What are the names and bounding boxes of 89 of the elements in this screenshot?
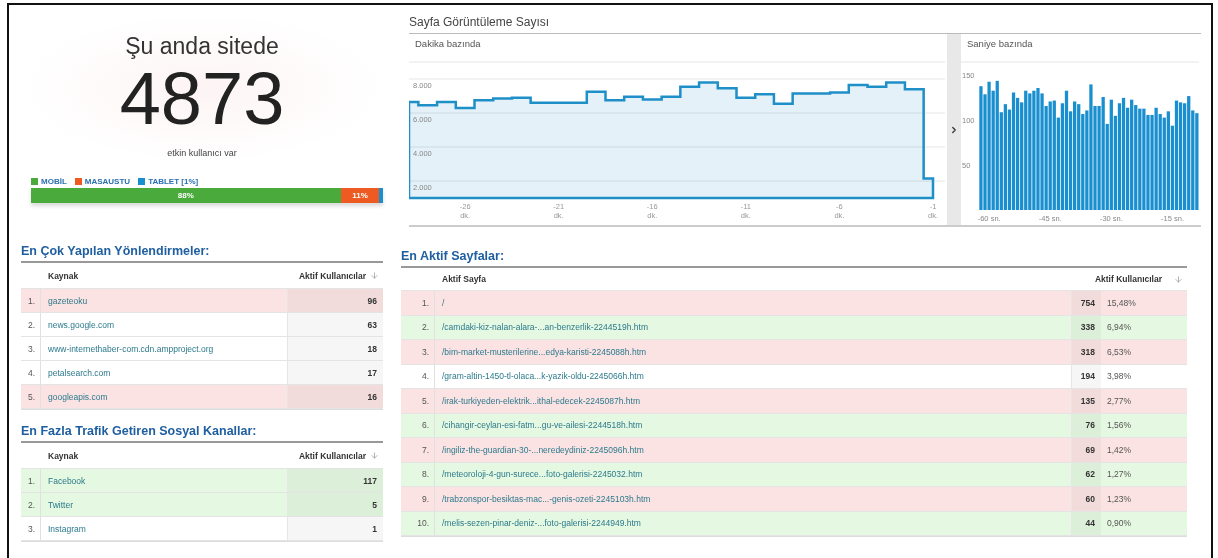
rank-cell: 1. bbox=[401, 291, 435, 315]
rank-cell: 3. bbox=[401, 340, 435, 364]
chart-label: Saniye bazında bbox=[966, 37, 1034, 51]
page-path-cell-text: /meteoroloji-4-gun-surece...foto-galerisi-2245032.htm bbox=[441, 468, 644, 482]
rank-cell: 2. bbox=[401, 315, 435, 339]
share-cell-text: 6,94% bbox=[1106, 321, 1133, 335]
share-cell-text: 1,42% bbox=[1106, 443, 1133, 457]
section-title: En Aktif Sayfalar: bbox=[401, 249, 506, 263]
column-header[interactable]: Aktif Kullanıcılar bbox=[287, 443, 383, 468]
count-cell: 76 bbox=[1071, 413, 1101, 437]
source-cell-text: Twitter bbox=[47, 498, 75, 512]
rank-cell: 2. bbox=[21, 493, 41, 516]
rank-cell: 1. bbox=[21, 469, 41, 492]
share-cell-text: 1,23% bbox=[1106, 492, 1133, 506]
active-user-count: 4873 bbox=[119, 62, 285, 136]
summary-caption: etkin kullanıcı var bbox=[167, 148, 237, 158]
share-cell-text: 3,98% bbox=[1106, 370, 1133, 384]
page-path-cell-text: /irak-turkiyeden-elektrik...ithal-edecek-2245087h.htm bbox=[441, 394, 641, 408]
chart-title: Sayfa Görüntüleme Sayısı bbox=[409, 15, 551, 29]
page-path-cell-text: / bbox=[441, 296, 446, 310]
rank-cell: 5. bbox=[21, 385, 41, 408]
chevron-right-icon bbox=[949, 124, 959, 135]
share-reading: 11% bbox=[352, 191, 368, 200]
summary-title: Şu anda sitede bbox=[125, 33, 279, 60]
page-path-cell-text: /cihangir-ceylan-esi-fatm...gu-ve-ailesi-2244518h.htm bbox=[441, 419, 644, 433]
column-header[interactable]: Aktif Kullanıcılar bbox=[1067, 268, 1187, 290]
count-cell: 62 bbox=[1071, 462, 1101, 486]
count-cell: 18 bbox=[287, 337, 383, 360]
count-cell: 318 bbox=[1071, 340, 1101, 364]
source-cell-text: petalsearch.com bbox=[47, 366, 112, 380]
count-cell: 754 bbox=[1071, 291, 1101, 315]
rank-cell: 8. bbox=[401, 462, 435, 486]
share-cell-text: 15,48% bbox=[1106, 296, 1137, 310]
source-cell-text: Instagram bbox=[47, 522, 87, 536]
section-title: En Çok Yapılan Yönlendirmeler: bbox=[21, 244, 211, 258]
page-path-cell-text: /trabzonspor-besiktas-mac...-genis-ozeti-2245103h.htm bbox=[441, 492, 652, 506]
column-header: Kaynak bbox=[47, 449, 80, 463]
page-path-cell-text: /gram-altin-1450-tl-olaca...k-yazik-oldu-2245066h.htm bbox=[441, 370, 645, 384]
rank-cell: 7. bbox=[401, 438, 435, 462]
count-cell: 1 bbox=[287, 517, 383, 540]
source-cell-text: Facebook bbox=[47, 474, 87, 488]
count-cell: 16 bbox=[287, 385, 383, 408]
sort-arrow-icon bbox=[370, 271, 379, 280]
share-cell-text: 0,90% bbox=[1106, 517, 1133, 531]
page-path-cell-text: /bim-market-musterilerine...edya-karisti-2245088h.htm bbox=[441, 345, 648, 359]
rank-cell: 5. bbox=[401, 389, 435, 413]
rank-cell: 3. bbox=[21, 337, 41, 360]
legend-label: MOBİL bbox=[41, 177, 67, 186]
count-cell: 17 bbox=[287, 361, 383, 384]
rank-cell: 2. bbox=[21, 313, 41, 336]
legend-label: TABLET [1%] bbox=[148, 177, 199, 186]
column-header[interactable]: Aktif Kullanıcılar bbox=[287, 263, 383, 288]
count-cell: 135 bbox=[1071, 389, 1101, 413]
count-cell: 5 bbox=[287, 493, 383, 516]
count-cell: 69 bbox=[1071, 438, 1101, 462]
expand-strip[interactable] bbox=[947, 34, 961, 225]
sort-arrow-icon bbox=[1174, 274, 1183, 284]
rank-cell: 4. bbox=[21, 361, 41, 384]
share-reading: 88% bbox=[177, 191, 194, 200]
rank-cell: 1. bbox=[21, 289, 41, 312]
page-path-cell-text: /camdaki-kiz-nalan-alara-...an-benzerlik-2244519h.htm bbox=[441, 321, 649, 335]
chart-label: Dakika bazında bbox=[414, 37, 482, 51]
share-cell-text: 1,27% bbox=[1106, 468, 1133, 482]
source-cell-text: www-internethaber-com.cdn.ampproject.org bbox=[47, 342, 215, 356]
count-cell: 338 bbox=[1071, 315, 1101, 339]
count-cell: 194 bbox=[1071, 364, 1101, 388]
rank-cell: 4. bbox=[401, 364, 435, 388]
share-cell-text: 6,53% bbox=[1106, 345, 1133, 359]
page-path-cell-text: /ingiliz-the-guardian-30-...neredeydiniz-2245096h.htm bbox=[441, 443, 645, 457]
source-cell-text: googleapis.com bbox=[47, 390, 109, 404]
source-cell-text: gazeteoku bbox=[47, 294, 89, 308]
column-header: Kaynak bbox=[47, 269, 80, 283]
share-cell-text: 2,77% bbox=[1106, 394, 1133, 408]
count-cell: 63 bbox=[287, 313, 383, 336]
page-path-cell-text: /melis-sezen-pinar-deniz-...foto-galerisi-2244949.htm bbox=[441, 517, 642, 531]
rank-cell: 10. bbox=[401, 511, 435, 535]
count-cell: 117 bbox=[287, 469, 383, 492]
rank-cell: 3. bbox=[21, 517, 41, 540]
rank-cell: 9. bbox=[401, 487, 435, 511]
count-cell: 44 bbox=[1071, 511, 1101, 535]
count-cell: 60 bbox=[1071, 487, 1101, 511]
rank-cell: 6. bbox=[401, 413, 435, 437]
sort-arrow-icon bbox=[370, 451, 379, 460]
share-cell-text: 1,56% bbox=[1106, 419, 1133, 433]
column-header: Aktif Sayfa bbox=[441, 273, 487, 286]
section-title: En Fazla Trafik Getiren Sosyal Kanallar: bbox=[21, 424, 258, 438]
count-cell: 96 bbox=[287, 289, 383, 312]
legend-label: MASAUSTU bbox=[84, 177, 131, 186]
source-cell-text: news.google.com bbox=[47, 318, 116, 332]
